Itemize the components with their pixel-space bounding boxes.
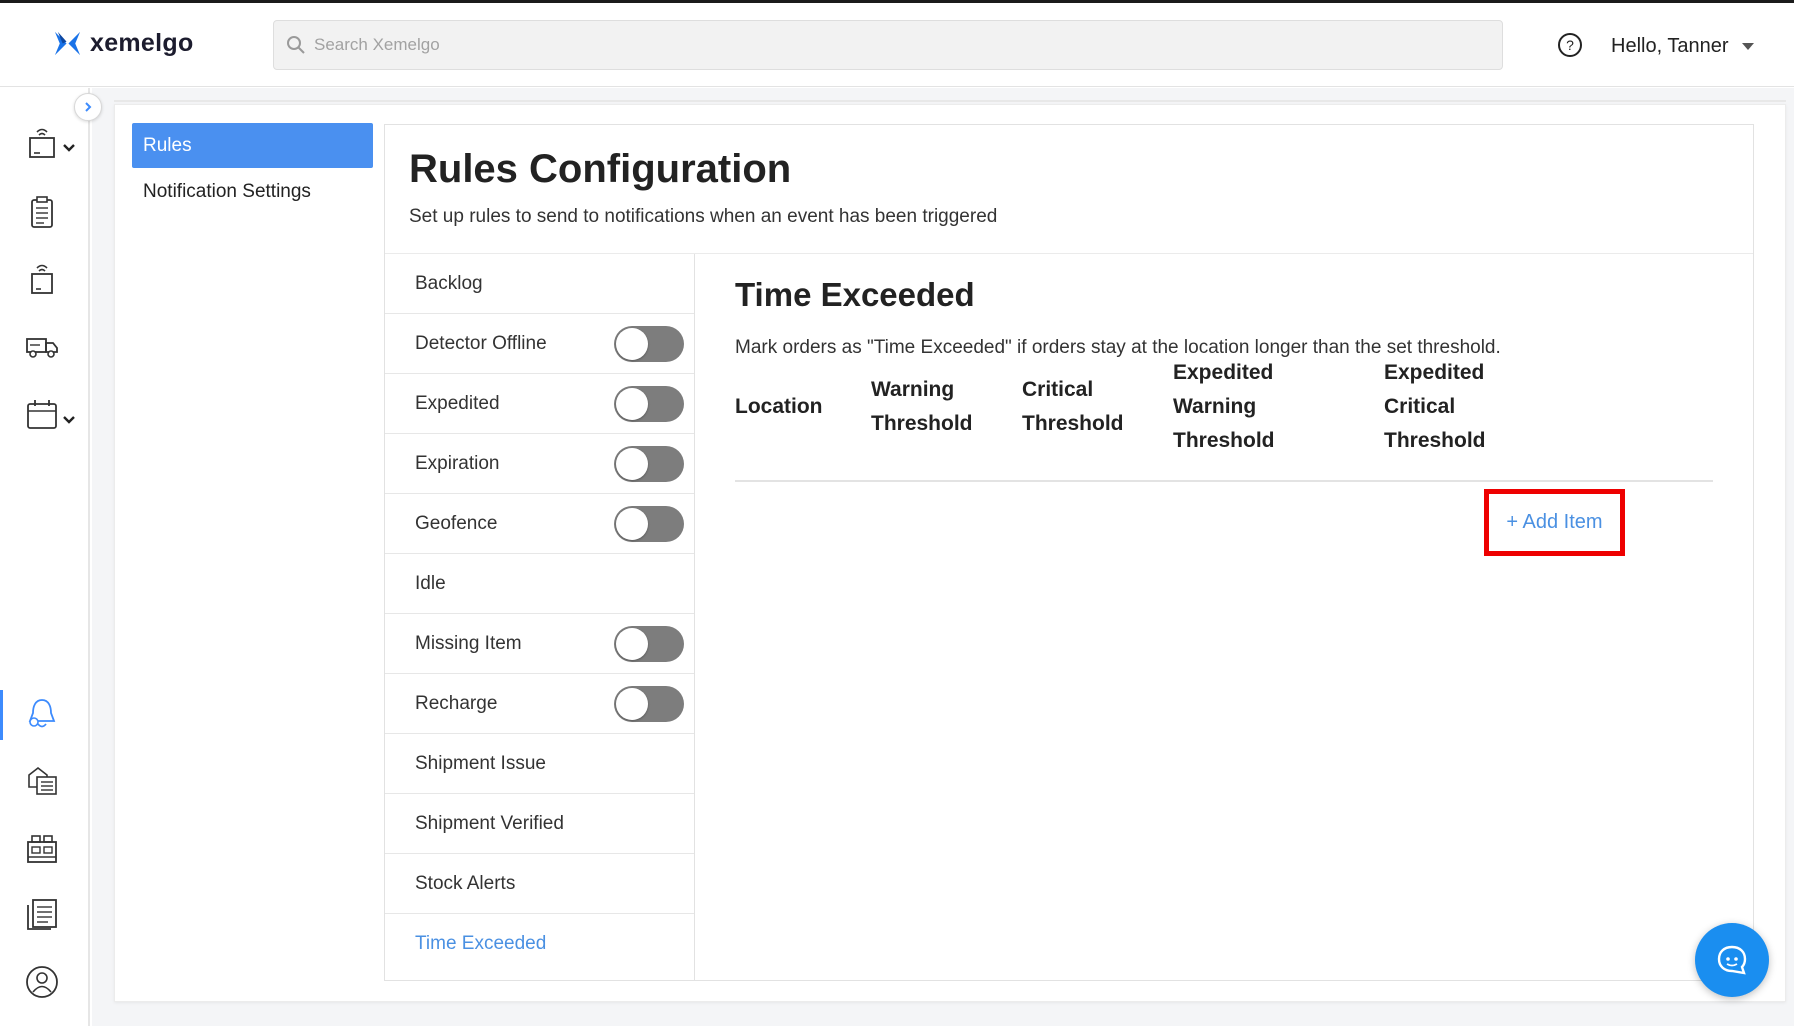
card-divider bbox=[114, 100, 1786, 102]
top-header: xemelgo ? Hello, Tanner bbox=[0, 3, 1794, 87]
rule-item-label: Stock Alerts bbox=[415, 872, 516, 894]
column-header-text: Critical bbox=[1384, 395, 1456, 418]
inventory-list-icon[interactable] bbox=[24, 763, 60, 799]
toggle-knob bbox=[616, 448, 648, 480]
column-header-warning-threshold: Warning Threshold bbox=[871, 373, 973, 441]
toggle-knob bbox=[616, 328, 648, 360]
report-icon[interactable] bbox=[24, 896, 60, 932]
brand-logo[interactable]: xemelgo bbox=[53, 29, 194, 58]
rule-item-shipment-issue[interactable]: Shipment Issue bbox=[385, 734, 694, 794]
column-header-text: Threshold bbox=[1173, 429, 1275, 452]
column-header-location: Location bbox=[735, 390, 823, 424]
truck-icon[interactable] bbox=[24, 328, 60, 364]
chat-icon bbox=[1717, 945, 1747, 975]
user-circle-icon[interactable] bbox=[24, 964, 60, 1000]
rule-toggle[interactable] bbox=[614, 506, 684, 542]
rfid-item-icon[interactable] bbox=[24, 124, 60, 160]
rule-item-label: Detector Offline bbox=[415, 332, 547, 354]
subnav-item-rules[interactable]: Rules bbox=[132, 123, 373, 168]
chevron-down-icon[interactable] bbox=[62, 143, 76, 153]
rule-item-label: Idle bbox=[415, 572, 446, 594]
rule-item-label: Missing Item bbox=[415, 632, 522, 654]
left-sidebar bbox=[0, 88, 90, 1026]
rule-item-label: Time Exceeded bbox=[415, 933, 547, 954]
rule-toggle[interactable] bbox=[614, 446, 684, 482]
search-input[interactable] bbox=[314, 35, 1464, 55]
rule-item-label: Geofence bbox=[415, 512, 498, 534]
rule-item-label: Backlog bbox=[415, 272, 483, 294]
user-menu[interactable]: Hello, Tanner bbox=[1611, 35, 1755, 58]
help-icon[interactable]: ? bbox=[1557, 32, 1583, 58]
column-header-expedited-critical-threshold: Expedited Critical Threshold bbox=[1384, 356, 1486, 458]
rule-item-label: Recharge bbox=[415, 692, 498, 714]
rule-item-time-exceeded[interactable]: Time Exceeded bbox=[385, 914, 694, 974]
rule-item-idle[interactable]: Idle bbox=[385, 554, 694, 614]
warehouse-icon[interactable] bbox=[24, 830, 60, 866]
toggle-knob bbox=[616, 628, 648, 660]
rule-detail-title: Time Exceeded bbox=[735, 276, 975, 313]
subnav-item-notification-settings[interactable]: Notification Settings bbox=[132, 169, 373, 214]
active-nav-indicator bbox=[0, 690, 3, 740]
xemelgo-logo-icon bbox=[54, 31, 81, 56]
rule-item-detector-offline[interactable]: Detector Offline bbox=[385, 314, 694, 374]
rule-item-expiration[interactable]: Expiration bbox=[385, 434, 694, 494]
toggle-knob bbox=[616, 688, 648, 720]
rule-item-label: Shipment Issue bbox=[415, 752, 546, 774]
chevron-down-icon bbox=[1742, 43, 1755, 50]
subnav-item-label: Rules bbox=[143, 134, 192, 156]
rules-panel: Rules Configuration Set up rules to send… bbox=[384, 124, 1754, 981]
toggle-knob bbox=[616, 388, 648, 420]
rfid-tag-icon[interactable] bbox=[24, 260, 60, 296]
rule-toggle[interactable] bbox=[614, 626, 684, 662]
logo-text: xemelgo bbox=[90, 29, 194, 57]
rule-item-label: Expedited bbox=[415, 392, 500, 414]
table-header-divider bbox=[735, 480, 1713, 482]
rule-list: Backlog Detector Offline Expedited Expir… bbox=[385, 254, 695, 981]
column-header-text: Location bbox=[735, 395, 823, 418]
rule-item-expedited[interactable]: Expedited bbox=[385, 374, 694, 434]
column-header-text: Threshold bbox=[1384, 429, 1486, 452]
add-item-button[interactable]: + Add Item bbox=[1484, 489, 1625, 556]
rule-item-geofence[interactable]: Geofence bbox=[385, 494, 694, 554]
rule-item-backlog[interactable]: Backlog bbox=[385, 254, 694, 314]
page-subtitle: Set up rules to send to notifications wh… bbox=[409, 206, 998, 227]
rule-item-recharge[interactable]: Recharge bbox=[385, 674, 694, 734]
chevron-right-icon bbox=[85, 102, 92, 112]
calendar-icon[interactable] bbox=[24, 396, 60, 432]
rule-toggle[interactable] bbox=[614, 326, 684, 362]
subnav-item-label: Notification Settings bbox=[143, 180, 311, 202]
rule-toggle[interactable] bbox=[614, 686, 684, 722]
rule-item-label: Expiration bbox=[415, 452, 500, 474]
column-header-text: Expedited bbox=[1384, 361, 1485, 384]
chat-support-button[interactable] bbox=[1695, 923, 1769, 997]
column-header-text: Threshold bbox=[871, 412, 973, 435]
column-header-text: Expedited bbox=[1173, 361, 1274, 384]
toggle-knob bbox=[616, 508, 648, 540]
svg-text:?: ? bbox=[1566, 37, 1574, 53]
chevron-down-icon[interactable] bbox=[62, 415, 76, 425]
page-title: Rules Configuration bbox=[409, 147, 792, 191]
column-header-critical-threshold: Critical Threshold bbox=[1022, 373, 1124, 441]
column-header-text: Warning bbox=[1173, 395, 1257, 418]
sidebar-collapse-button[interactable] bbox=[74, 93, 102, 121]
rule-item-label: Shipment Verified bbox=[415, 812, 564, 834]
global-search-bar[interactable] bbox=[273, 20, 1503, 70]
search-icon bbox=[287, 36, 305, 54]
user-greeting: Hello, Tanner bbox=[1611, 35, 1729, 57]
rule-item-shipment-verified[interactable]: Shipment Verified bbox=[385, 794, 694, 854]
clipboard-icon[interactable] bbox=[24, 194, 60, 230]
column-header-expedited-warning-threshold: Expedited Warning Threshold bbox=[1173, 356, 1275, 458]
column-header-text: Critical bbox=[1022, 378, 1094, 401]
rule-item-missing-item[interactable]: Missing Item bbox=[385, 614, 694, 674]
rule-item-stock-alerts[interactable]: Stock Alerts bbox=[385, 854, 694, 914]
rule-toggle[interactable] bbox=[614, 386, 684, 422]
bell-settings-icon[interactable] bbox=[24, 696, 60, 732]
column-header-text: Threshold bbox=[1022, 412, 1124, 435]
column-header-text: Warning bbox=[871, 378, 955, 401]
